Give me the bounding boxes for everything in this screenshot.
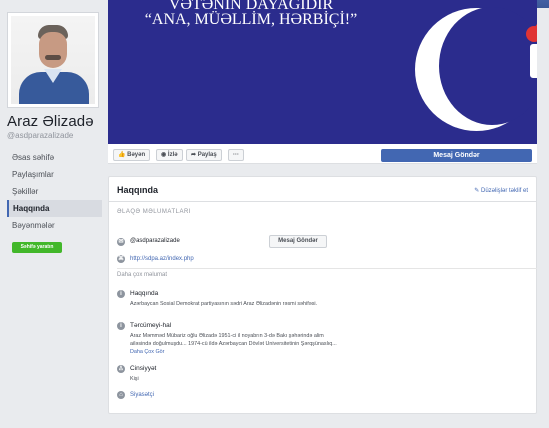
contact-message-button[interactable]: Mesaj Göndər bbox=[269, 235, 327, 248]
website-link[interactable]: http://sdpa.az/index.php bbox=[130, 256, 194, 262]
avatar-face bbox=[39, 32, 67, 68]
gender-row: ♙ Cinsiyyət Kişi bbox=[117, 365, 537, 383]
category-link[interactable]: Siyasətçi bbox=[130, 392, 154, 398]
biography-title: Tərcümeyi-hal bbox=[130, 322, 172, 329]
cover-photo[interactable]: VƏTƏNIN DAYAĞIDIR “ANA, MÜƏLLİM, HƏRBİÇİ… bbox=[108, 0, 537, 144]
info-icon: i bbox=[117, 290, 125, 298]
contact-section-title: ƏLAQƏ MƏLUMATLARI bbox=[117, 209, 191, 215]
share-button[interactable]: ➦ Paylaş bbox=[186, 149, 222, 161]
avatar-mustache bbox=[45, 55, 61, 60]
sidebar-item-likes[interactable]: Bəyənmələr bbox=[7, 217, 102, 234]
sidebar-item-posts[interactable]: Paylaşımlar bbox=[7, 166, 102, 183]
create-page-button[interactable]: Səhifə yaratın bbox=[12, 242, 62, 253]
category-row: ⌂ Siyasətçi bbox=[117, 391, 537, 401]
profile-sidebar: Araz Əlizadə @asdparazalizade Əsas səhif… bbox=[0, 0, 108, 428]
profile-photo[interactable] bbox=[7, 12, 99, 108]
messenger-icon: ✉ bbox=[117, 238, 125, 246]
biography-text: Araz Məmməd Mübariz oğlu Əlizadə 1951-ci… bbox=[130, 333, 337, 355]
crescent-icon bbox=[415, 7, 537, 131]
sidebar-item-photos[interactable]: Şəkillər bbox=[7, 183, 102, 200]
sidebar-item-home[interactable]: Əsas səhifə bbox=[7, 149, 102, 166]
pencil-icon: ✎ bbox=[474, 188, 481, 194]
message-button[interactable]: Mesaj Göndər bbox=[381, 149, 532, 162]
sidebar-item-about[interactable]: Haqqında bbox=[7, 200, 102, 217]
info-icon: i bbox=[117, 322, 125, 330]
follow-button[interactable]: ◉ İzlə bbox=[156, 149, 183, 161]
profile-name[interactable]: Araz Əlizadə bbox=[7, 113, 94, 130]
avatar bbox=[11, 16, 95, 104]
rss-icon: ◉ bbox=[161, 152, 168, 158]
rose-icon bbox=[526, 14, 537, 45]
about-subtitle: Haqqında bbox=[130, 290, 159, 297]
fist-icon bbox=[528, 42, 537, 80]
about-title: Haqqında bbox=[117, 185, 159, 195]
tag-icon: ⌂ bbox=[117, 391, 125, 399]
thumbs-up-icon: 👍 bbox=[118, 152, 128, 158]
about-text: Azərbaycan Sosial Demokrat partiyasının … bbox=[130, 301, 318, 307]
see-more-link[interactable]: Daha Çox Gör bbox=[130, 349, 164, 355]
suggest-edit-link[interactable]: ✎ Düzəlişlər təklif et bbox=[474, 187, 528, 194]
like-button[interactable]: 👍 Bəyən bbox=[113, 149, 151, 161]
about-card: Haqqında ✎ Düzəlişlər təklif et ƏLAQƏ MƏ… bbox=[108, 176, 537, 414]
contact-row-website: ⌘ http://sdpa.az/index.php bbox=[117, 255, 537, 265]
biography-row: i Tərcümeyi-hal Araz Məmməd Mübariz oğlu… bbox=[117, 322, 537, 360]
more-info-title: Daha çox məlumat bbox=[117, 272, 168, 278]
cover-title-line-2: “ANA, MÜƏLLİM, HƏRBİÇİ!” bbox=[144, 11, 358, 28]
more-button[interactable]: ··· bbox=[228, 149, 244, 161]
gender-title: Cinsiyyət bbox=[130, 365, 157, 372]
share-icon: ➦ bbox=[191, 152, 198, 158]
person-icon: ♙ bbox=[117, 365, 125, 373]
section-divider bbox=[117, 268, 537, 269]
profile-nav: Əsas səhifə Paylaşımlar Şəkillər Haqqınd… bbox=[7, 149, 102, 234]
about-header: Haqqında ✎ Düzəlişlər təklif et bbox=[109, 177, 536, 202]
about-info-row: i Haqqında Azərbaycan Sosial Demokrat pa… bbox=[117, 290, 537, 318]
contact-row-messenger: ✉ @asdparazalizade Mesaj Göndər bbox=[117, 235, 537, 249]
globe-icon: ⌘ bbox=[117, 255, 125, 263]
gender-value: Kişi bbox=[130, 376, 139, 382]
contact-handle[interactable]: @asdparazalizade bbox=[130, 238, 180, 244]
profile-handle[interactable]: @asdparazalizade bbox=[7, 131, 73, 140]
cover-title: VƏTƏNIN DAYAĞIDIR “ANA, MÜƏLLİM, HƏRBİÇİ… bbox=[112, 0, 390, 28]
